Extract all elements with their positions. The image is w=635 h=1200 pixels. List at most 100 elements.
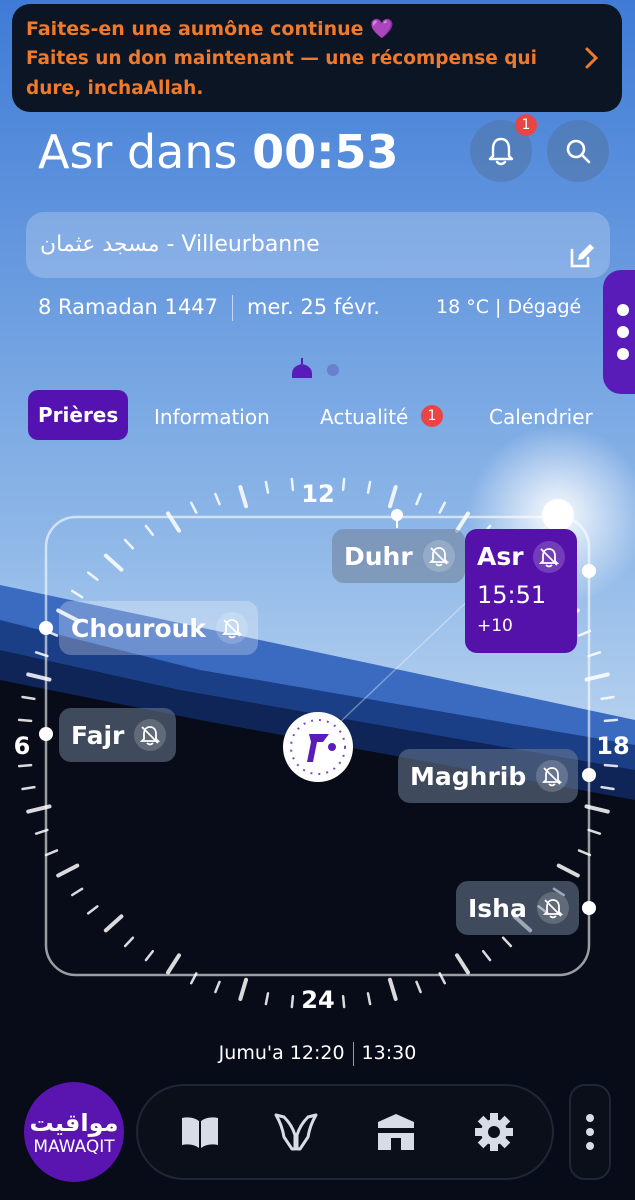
dua-hands-icon[interactable] bbox=[272, 1108, 320, 1156]
dial-tick bbox=[264, 480, 270, 494]
dial-tick bbox=[144, 524, 155, 537]
dial-tick bbox=[455, 953, 470, 975]
dial-tick bbox=[556, 863, 580, 878]
dial-tick bbox=[238, 977, 249, 1001]
dot bbox=[617, 304, 629, 316]
banner-subtitle: Faites un don maintenant — une récompens… bbox=[26, 48, 537, 99]
dial-tick bbox=[603, 718, 619, 723]
dial-tick bbox=[481, 949, 492, 962]
dial-tick bbox=[290, 477, 295, 492]
jumua-time-1: 12:20 bbox=[289, 1042, 345, 1064]
dial-tick bbox=[238, 485, 249, 509]
dial-tick bbox=[123, 936, 135, 948]
dial-tick bbox=[44, 849, 59, 857]
page-dot[interactable] bbox=[327, 364, 339, 376]
divider bbox=[232, 295, 233, 321]
prayer-isha[interactable]: Isha bbox=[456, 881, 579, 935]
dial-label-18: 18 bbox=[596, 732, 629, 760]
prayer-fajr[interactable]: Fajr bbox=[59, 708, 177, 762]
dial-tick bbox=[56, 863, 80, 878]
dial-tick bbox=[415, 492, 422, 506]
dial-tick bbox=[21, 785, 36, 791]
divider bbox=[352, 1041, 354, 1066]
mawaqit-logo[interactable]: مواقيت MAWAQIT bbox=[24, 1082, 124, 1182]
countdown-prefix: Asr dans bbox=[38, 125, 238, 179]
mosque-name: مسجد عثمان - Villeurbanne bbox=[40, 232, 320, 257]
prayer-chourouk[interactable]: Chourouk bbox=[59, 601, 259, 655]
more-options-button[interactable] bbox=[569, 1084, 611, 1180]
prayer-maghrib[interactable]: Maghrib bbox=[398, 749, 579, 803]
dial-tick bbox=[600, 785, 615, 791]
dial-tick bbox=[71, 887, 84, 897]
dial-tick bbox=[603, 763, 619, 768]
tab-bar: Prières Information Actualité 1 Calendri… bbox=[0, 390, 635, 442]
bell-off-icon[interactable] bbox=[533, 541, 565, 573]
dial-label-24: 24 bbox=[301, 986, 334, 1014]
dial-tick bbox=[366, 992, 372, 1006]
banner-title: Faites-en une aumône continue 💜 bbox=[26, 18, 394, 40]
prayer-name: Chourouk bbox=[71, 613, 207, 643]
dial-tick bbox=[71, 589, 84, 599]
dial-tick bbox=[387, 977, 398, 1001]
edit-icon[interactable] bbox=[568, 231, 596, 297]
chourouk-dot bbox=[39, 621, 53, 635]
dial-tick bbox=[290, 994, 295, 1009]
dial-tick bbox=[214, 980, 221, 994]
dial-tick bbox=[438, 501, 447, 514]
prayer-asr-card[interactable]: Asr 15:51 +10 bbox=[465, 529, 577, 653]
bell-off-icon[interactable] bbox=[536, 892, 569, 924]
logo-latin: MAWAQIT bbox=[33, 1137, 115, 1157]
dial-tick bbox=[86, 571, 99, 581]
heart-icon: 💜 bbox=[370, 18, 394, 40]
dot bbox=[586, 1128, 594, 1136]
side-menu-handle[interactable] bbox=[603, 270, 635, 394]
tab-actualite-label: Actualité bbox=[320, 405, 409, 429]
mosque-selector[interactable]: مسجد عثمان - Villeurbanne bbox=[26, 212, 610, 278]
dial-tick bbox=[189, 501, 198, 514]
settings-gear-icon[interactable] bbox=[470, 1108, 518, 1156]
dial-tick bbox=[587, 651, 602, 658]
countdown-value: 00:53 bbox=[252, 125, 399, 179]
center-logo-icon[interactable] bbox=[283, 712, 353, 782]
tab-information[interactable]: Information bbox=[154, 392, 270, 442]
dial-tick bbox=[144, 949, 155, 962]
dial-label-12: 12 bbox=[301, 480, 334, 508]
weather: 18 °C | Dégagé bbox=[436, 296, 582, 318]
bell-off-icon[interactable] bbox=[216, 612, 249, 644]
dot bbox=[617, 326, 629, 338]
tab-actualite[interactable]: Actualité bbox=[320, 392, 408, 442]
dial-tick bbox=[341, 994, 346, 1009]
dial-tick bbox=[501, 936, 513, 948]
bottom-nav bbox=[136, 1084, 554, 1180]
dial-tick bbox=[103, 553, 124, 572]
donation-banner[interactable]: Faites-en une aumône continue 💜 Faites u… bbox=[12, 4, 622, 112]
page-indicator[interactable] bbox=[288, 356, 348, 380]
chevron-right-icon[interactable] bbox=[584, 44, 600, 77]
dial-tick bbox=[17, 718, 33, 723]
sun-marker bbox=[542, 499, 574, 531]
dial-tick bbox=[86, 905, 99, 915]
bell-icon bbox=[488, 137, 514, 166]
dial-tick bbox=[366, 480, 372, 494]
tab-prieres[interactable]: Prières bbox=[28, 390, 129, 440]
dot bbox=[586, 1142, 594, 1150]
kaaba-icon[interactable] bbox=[372, 1108, 420, 1156]
dial-tick bbox=[214, 492, 221, 506]
bell-off-icon[interactable] bbox=[536, 760, 569, 792]
tab-calendrier[interactable]: Calendrier bbox=[489, 392, 593, 442]
date-row: 8 Ramadan 1447 mer. 25 févr. bbox=[38, 292, 380, 322]
dial-tick bbox=[103, 914, 124, 933]
bell-off-icon[interactable] bbox=[422, 540, 455, 572]
jumua-times: Jumu'a 12:20 13:30 bbox=[0, 1038, 635, 1068]
dial-tick bbox=[17, 763, 33, 768]
dial-tick bbox=[264, 992, 270, 1006]
gregorian-date: mer. 25 févr. bbox=[247, 295, 380, 319]
prayer-duhr[interactable]: Duhr bbox=[332, 529, 465, 583]
next-prayer-countdown: Asr dans 00:53 bbox=[38, 124, 399, 180]
search-button[interactable] bbox=[547, 120, 609, 182]
prayer-name: Isha bbox=[468, 893, 527, 923]
dial-tick bbox=[21, 695, 36, 701]
quran-icon[interactable] bbox=[176, 1108, 224, 1156]
bell-off-icon[interactable] bbox=[134, 719, 167, 751]
dot bbox=[586, 1114, 594, 1122]
